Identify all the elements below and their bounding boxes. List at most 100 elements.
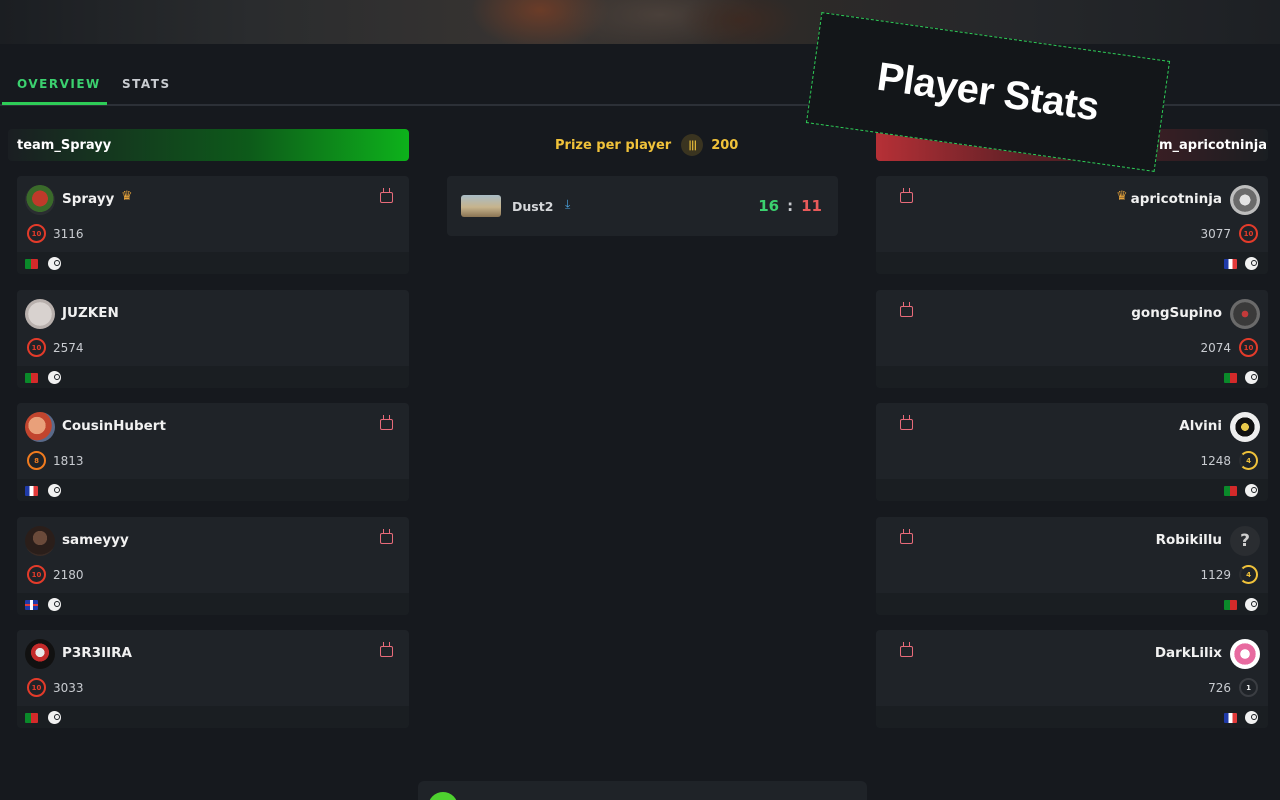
player-footer	[17, 479, 409, 501]
player-name[interactable]: Robikillu	[1156, 532, 1222, 548]
tv-icon[interactable]	[900, 306, 913, 317]
steam-icon[interactable]	[48, 257, 61, 270]
player-card[interactable]: CousinHubert 8 1813	[17, 403, 409, 501]
player-name[interactable]: Sprayy	[62, 191, 114, 207]
flag-icon	[25, 259, 38, 269]
crown-icon: ♛	[121, 189, 133, 204]
player-footer	[876, 593, 1268, 615]
score-right: 11	[801, 197, 822, 215]
player-card[interactable]: JUZKEN 10 2574	[17, 290, 409, 388]
steam-icon[interactable]	[1245, 598, 1258, 611]
player-name[interactable]: DarkLilix	[1155, 645, 1222, 661]
player-name[interactable]: P3R3IIRA	[62, 645, 132, 661]
player-footer	[17, 366, 409, 388]
score-left: 16	[758, 197, 780, 215]
steam-icon[interactable]	[48, 484, 61, 497]
skill-level-icon: 10	[27, 338, 46, 357]
skill-level-icon: 10	[27, 678, 46, 697]
elo-value: 3033	[53, 681, 84, 695]
player-card[interactable]: sameyyy 10 2180	[17, 517, 409, 615]
steam-icon[interactable]	[48, 598, 61, 611]
player-name[interactable]: CousinHubert	[62, 418, 166, 434]
prize-label: Prize per player	[555, 137, 672, 153]
skill-level-icon: 1	[1239, 678, 1258, 697]
player-footer	[876, 366, 1268, 388]
player-footer	[17, 593, 409, 615]
steam-icon[interactable]	[1245, 257, 1258, 270]
overlay-title: Player Stats	[874, 54, 1102, 129]
elo-value: 1813	[53, 454, 84, 468]
flag-icon	[25, 713, 38, 723]
player-name[interactable]: apricotninja	[1131, 191, 1222, 207]
player-card[interactable]: gongSupino 2074 10	[876, 290, 1268, 388]
elo-value: 2074	[1200, 341, 1231, 355]
skill-level-icon: 10	[1239, 338, 1258, 357]
team-left-name: team_Sprayy	[17, 137, 112, 153]
steam-icon[interactable]	[1245, 711, 1258, 724]
elo-value: 1129	[1200, 568, 1231, 582]
map-name: Dust2	[512, 199, 554, 214]
tab-overview[interactable]: OVERVIEW	[17, 77, 101, 91]
player-name[interactable]: sameyyy	[62, 532, 129, 548]
player-name[interactable]: JUZKEN	[62, 305, 119, 321]
download-icon[interactable]: ⤓	[565, 198, 577, 211]
player-card[interactable]: ♛ apricotninja 3077 10	[876, 176, 1268, 274]
tv-icon[interactable]	[380, 646, 393, 657]
flag-icon	[1224, 486, 1237, 496]
banner-art	[680, 0, 800, 44]
player-card[interactable]: DarkLilix 726 1	[876, 630, 1268, 728]
elo-value: 2574	[53, 341, 84, 355]
unknown-avatar-icon: ?	[1230, 526, 1260, 556]
skill-level-icon: 10	[1239, 224, 1258, 243]
skill-level-icon: 4	[1239, 451, 1258, 470]
player-card[interactable]: Sprayy ♛ 10 3116	[17, 176, 409, 274]
flag-icon	[1224, 713, 1237, 723]
team-right-name: am_apricotninja	[1150, 137, 1267, 153]
player-footer	[17, 252, 409, 274]
tv-icon[interactable]	[900, 646, 913, 657]
active-tab-indicator	[2, 102, 107, 105]
avatar	[1230, 639, 1260, 669]
tv-icon[interactable]	[380, 533, 393, 544]
avatar	[25, 639, 55, 669]
tv-icon[interactable]	[380, 192, 393, 203]
avatar	[25, 526, 55, 556]
flag-icon	[25, 486, 38, 496]
avatar	[1230, 185, 1260, 215]
team-left-header[interactable]: team_Sprayy	[8, 129, 409, 161]
tv-icon[interactable]	[900, 192, 913, 203]
header-banner	[0, 0, 1280, 44]
player-name[interactable]: Alvini	[1179, 418, 1222, 434]
tv-icon[interactable]	[380, 419, 393, 430]
skill-level-icon: 4	[1239, 565, 1258, 584]
avatar	[25, 412, 55, 442]
flag-icon	[25, 373, 38, 383]
map-card[interactable]: Dust2 ⤓ 16:11	[447, 176, 838, 236]
steam-icon[interactable]	[1245, 371, 1258, 384]
tab-stats[interactable]: STATS	[122, 77, 171, 91]
steam-icon[interactable]	[1245, 484, 1258, 497]
elo-value: 3116	[53, 227, 84, 241]
flag-icon	[1224, 259, 1237, 269]
elo-value: 2180	[53, 568, 84, 582]
elo-value: 726	[1208, 681, 1231, 695]
player-footer	[876, 252, 1268, 274]
player-card[interactable]: P3R3IIRA 10 3033	[17, 630, 409, 728]
prize-amount: 200	[711, 137, 739, 153]
avatar	[25, 185, 55, 215]
flag-icon	[25, 600, 38, 610]
bottom-card	[418, 781, 867, 800]
avatar	[25, 299, 55, 329]
status-dot-icon	[428, 792, 458, 800]
player-card[interactable]: Robikillu ? 1129 4	[876, 517, 1268, 615]
tv-icon[interactable]	[900, 419, 913, 430]
player-footer	[17, 706, 409, 728]
player-footer	[876, 706, 1268, 728]
avatar	[1230, 299, 1260, 329]
player-name[interactable]: gongSupino	[1131, 305, 1222, 321]
steam-icon[interactable]	[48, 371, 61, 384]
tv-icon[interactable]	[900, 533, 913, 544]
steam-icon[interactable]	[48, 711, 61, 724]
prize-info: Prize per player ||| 200	[555, 134, 738, 156]
player-card[interactable]: Alvini 1248 4	[876, 403, 1268, 501]
